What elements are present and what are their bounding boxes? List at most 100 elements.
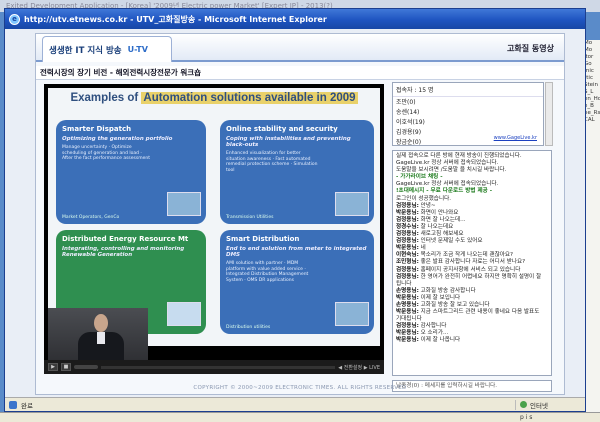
tab-label: 생생한 IT 지식 방송: [49, 45, 122, 56]
chat-author: 검정용님:: [396, 202, 419, 209]
gagelive-link[interactable]: www.GageLive.kr: [494, 135, 537, 141]
volume-slider[interactable]: [74, 365, 98, 369]
player-controls: ▶ ■ ◀ 전환설정 ▶ LIVE: [44, 360, 384, 374]
chat-author: 이현숙님:: [396, 252, 419, 259]
chat-message: 로그인이 성공했습니다.: [396, 196, 548, 203]
chat-text: 화면 잘 나오는데...: [418, 216, 466, 223]
chat-text: GageLive.kr 정상 서버에 접속되었습니다.: [396, 181, 499, 188]
card-title: Smarter Dispatch: [62, 125, 132, 133]
browser-content: 생생한 IT 지식 방송 U-TV 고화질 동영상 전력시장의 장기 비전 - …: [5, 29, 585, 397]
presenter-head: [94, 314, 108, 332]
chat-author: 박문용님:: [396, 309, 419, 316]
screen-thumbnail-icon: [335, 302, 369, 326]
card-title: Distributed Energy Resource Mt: [62, 235, 189, 243]
user-item[interactable]: 이호석(19): [393, 117, 543, 127]
presenter-video-inset: [48, 308, 148, 364]
chat-text: 네: [418, 245, 426, 252]
chat-message: 검정용님: 홈페이지 공지사항에 서비스 되고 있습니다: [396, 267, 548, 274]
chat-author: 검정용님:: [396, 216, 419, 223]
chat-message: 박문용님: 지금 스마트그리드 관련 내용이 좋네요 다음 발표도 기대됩니다: [396, 309, 548, 323]
chat-text: GageLive.kr 정상 서버에 접속되었습니다.: [396, 160, 499, 167]
chat-text: 도움말을 보시려면 /도움말 을 치시길 바랍니다.: [396, 167, 507, 174]
chat-author: 검정용님:: [396, 323, 419, 330]
chat-message: 박문용님: 이제 잘 보입니다: [396, 295, 548, 302]
chat-message: !초대메시지 - 무료 다운로드 방법 제공 -: [396, 188, 548, 195]
taskbar-peek: p i s: [0, 412, 600, 422]
tab-it-broadcast[interactable]: 생생한 IT 지식 방송 U-TV: [42, 36, 172, 62]
peek-text: Mo: [584, 40, 593, 46]
user-item[interactable]: 조만(0): [393, 97, 543, 107]
chat-author: 검정용님:: [396, 238, 419, 245]
status-bar: 완료 인터넷: [5, 397, 585, 411]
page-done-icon: [9, 400, 17, 409]
slide-title: Examples of Automation solutions availab…: [48, 92, 380, 104]
slide-title-prefix: Examples of: [70, 92, 142, 104]
copyright: COPYRIGHT © 2000~2009 ELECTRONIC TIMES. …: [193, 385, 407, 391]
chat-log: 실제 접속으로 다른 방에 현재 방송이 진행되었습니다. GageLive.kr…: [392, 150, 552, 376]
card-items: Enhanced visualization for better situat…: [226, 151, 318, 173]
screen-thumbnail-icon: [167, 192, 201, 216]
peek-text: mic: [584, 68, 594, 74]
chat-author: 박문용님:: [396, 330, 419, 337]
card-smart-distribution: Smart Distribution End to end solution f…: [220, 230, 374, 334]
peek-text: itor: [584, 54, 594, 60]
chat-author: 검정용님:: [396, 273, 419, 280]
player-status: ◀ 전환설정 ▶ LIVE: [338, 364, 380, 371]
peek-text: Stein: [584, 82, 599, 88]
globe-icon: [520, 401, 527, 408]
card-tag: Transmission Utilities: [226, 215, 274, 220]
chat-text: - 가가라이브 채팅 -: [396, 174, 443, 181]
chat-text: 목소리가 조금 작게 나오는데 괜찮아요?: [418, 252, 514, 259]
peek-text: Go: [584, 61, 592, 67]
channel-label: 고화질 동영상: [507, 44, 554, 53]
user-list: 접속자 : 15 명 조만(0) 송센(14) 이호석(19) 김경용(9) 장…: [392, 82, 544, 146]
window-titlebar[interactable]: e http://utv.etnews.co.kr - UTV_고화질방송 - …: [5, 9, 585, 29]
video-player[interactable]: Examples of Automation solutions availab…: [44, 84, 384, 374]
lecture-title: 전력시장의 장기 비전 - 해외전력시장전문가 워크숍: [36, 66, 564, 80]
chat-text: !초대메시지 - 무료 다운로드 방법 제공 -: [396, 188, 493, 195]
chat-text: 오 소리가...: [418, 330, 449, 337]
zone-label: 인터넷: [530, 401, 548, 410]
chat-author: 박문용님:: [396, 209, 419, 216]
chat-text: 화면이 안나와요: [418, 209, 459, 216]
card-title: Smart Distribution: [226, 235, 300, 243]
chat-author: 조민형님:: [396, 259, 419, 266]
play-button[interactable]: ▶: [48, 363, 58, 371]
progress-bar[interactable]: [101, 365, 336, 369]
peek-text: rtic: [584, 75, 593, 81]
user-list-scrollbar[interactable]: [545, 82, 553, 146]
chat-author: 박문용님:: [396, 245, 419, 252]
chat-message: 검정용님: 한 영어가 완전히 어렵네요 하지만 명확히 설명이 잘 됩니다: [396, 274, 548, 288]
card-smarter-dispatch: Smarter Dispatch Optimizing the generati…: [56, 120, 206, 224]
user-count: 접속자 : 15 명: [393, 83, 543, 97]
chat-message: 박문용님: 화면이 안나와요: [396, 210, 548, 217]
wind-turbine-icon: [167, 302, 201, 326]
window-title: http://utv.etnews.co.kr - UTV_고화질방송 - Mi…: [24, 14, 327, 24]
chat-text: 이제 잘 나옵니다: [418, 337, 461, 344]
card-title: Online stability and security: [226, 125, 338, 133]
chat-text: 로그인이 성공했습니다.: [396, 195, 452, 202]
user-item[interactable]: 송센(14): [393, 107, 543, 117]
card-subtitle: Integrating, controlling and monitoring …: [62, 246, 185, 258]
chat-message: 검정용님: 안녕~: [396, 203, 548, 210]
peek-text: CAL: [584, 117, 595, 123]
chat-text: 잘 나오는데요: [418, 223, 454, 230]
chat-text: 이제 잘 보입니다: [418, 294, 461, 301]
card-items: Manage uncertainty · Optimize scheduling…: [62, 145, 150, 161]
browser-window: e http://utv.etnews.co.kr - UTV_고화질방송 - …: [4, 8, 586, 412]
peek-text: S_L: [584, 89, 594, 95]
ie-icon: e: [9, 13, 20, 25]
security-zone: 인터넷: [515, 399, 585, 410]
status-text: 완료: [21, 401, 33, 410]
chat-message: 조민형님: 좋은 발표 감사합니다 자료는 어디서 받나요?: [396, 259, 548, 266]
stop-button[interactable]: ■: [61, 363, 71, 371]
chat-text: 새로고침 해보세요: [418, 231, 464, 238]
card-subtitle: Coping with instabilities and preventing…: [226, 136, 351, 148]
popup-header: 생생한 IT 지식 방송 U-TV 고화질 동영상: [36, 34, 564, 62]
chat-message: 손명용님: 고화질 방송 감사합니다: [396, 288, 548, 295]
chat-text: 고화질 방송 감사합니다: [418, 287, 476, 294]
chat-text: 실제 접속으로 다른 방에 현재 방송이 진행되었습니다.: [396, 153, 522, 159]
utv-logo: U-TV: [127, 45, 148, 54]
chat-text: 감사합니다: [418, 323, 447, 330]
chat-text: 홈페이지 공지사항에 서비스 되고 있습니다: [418, 266, 521, 273]
